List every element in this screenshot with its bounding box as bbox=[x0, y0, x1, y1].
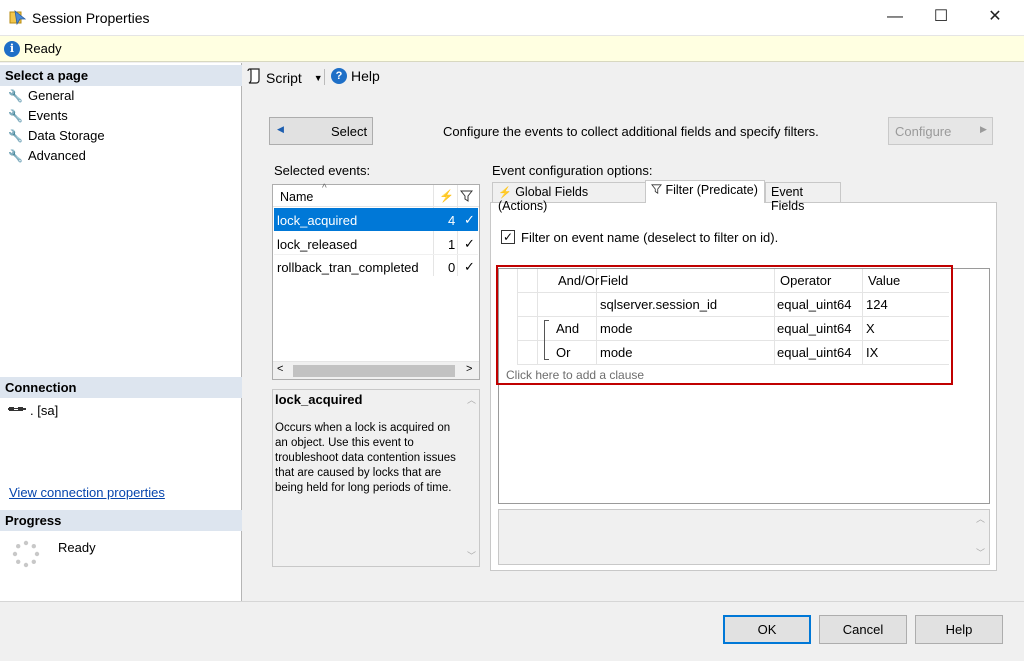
script-icon bbox=[247, 68, 262, 87]
arrow-left-icon: ◀ bbox=[277, 124, 284, 134]
cancel-button[interactable]: Cancel bbox=[819, 615, 907, 644]
event-name: lock_released bbox=[277, 237, 358, 252]
select-page-header: Select a page bbox=[0, 65, 242, 86]
progress-text: Ready bbox=[58, 540, 96, 555]
select-button[interactable]: ◀ Select bbox=[269, 117, 373, 145]
selected-events-label: Selected events: bbox=[274, 163, 371, 178]
vertical-scrollbar[interactable]: ︿ ﹀ bbox=[464, 391, 479, 565]
lightning-icon: ⚡ bbox=[439, 189, 454, 203]
progress-header: Progress bbox=[0, 510, 242, 531]
event-count: 4 bbox=[448, 213, 456, 228]
toolbar-divider bbox=[324, 69, 325, 85]
status-bar: i Ready bbox=[0, 36, 1024, 62]
configure-button-label: Configure bbox=[895, 124, 952, 139]
event-row-lock-released[interactable]: lock_released 1 ✓ bbox=[274, 232, 478, 255]
tab-event-fields[interactable]: Event Fields bbox=[765, 182, 841, 213]
wrench-icon: 🔧 bbox=[8, 129, 23, 143]
event-count: 1 bbox=[448, 237, 456, 252]
arrow-right-icon: ▶ bbox=[980, 124, 987, 134]
page-item-data-storage[interactable]: 🔧 Data Storage bbox=[8, 128, 105, 148]
help-toolbar-button[interactable]: ? Help bbox=[331, 68, 380, 84]
filter-on-event-name-checkbox[interactable]: ✓ bbox=[501, 230, 515, 244]
connection-icon bbox=[8, 402, 26, 419]
page-item-label: Advanced bbox=[28, 148, 86, 163]
filter-icon bbox=[651, 184, 662, 194]
event-name: lock_acquired bbox=[277, 213, 358, 228]
wrench-icon: 🔧 bbox=[8, 109, 23, 123]
select-button-label: Select bbox=[331, 124, 368, 139]
scroll-up-icon[interactable]: ︿ bbox=[976, 512, 985, 525]
status-text: Ready bbox=[24, 41, 62, 56]
page-item-events[interactable]: 🔧 Events bbox=[8, 108, 68, 128]
title-bar: Session Properties — ☐ ✕ bbox=[0, 0, 1024, 36]
scroll-down-icon[interactable]: ﹀ bbox=[976, 546, 985, 559]
info-icon: i bbox=[4, 41, 20, 57]
scroll-down-icon[interactable]: ﹀ bbox=[467, 549, 476, 562]
tab-global-fields[interactable]: ⚡ Global Fields (Actions) bbox=[492, 182, 646, 213]
filter-checkbox-label: Filter on event name (deselect to filter… bbox=[521, 230, 779, 245]
script-label: Script bbox=[266, 69, 302, 86]
page-item-label: General bbox=[28, 88, 75, 103]
help-button[interactable]: Help bbox=[915, 615, 1003, 644]
event-config-label: Event configuration options: bbox=[492, 163, 653, 178]
event-name: rollback_tran_completed bbox=[277, 260, 419, 275]
tab-label: Event Fields bbox=[771, 185, 805, 213]
field-info-box: ︿ ﹀ bbox=[498, 509, 990, 565]
close-button[interactable]: ✕ bbox=[972, 0, 1018, 36]
scrollbar-thumb[interactable] bbox=[293, 365, 455, 377]
event-row-rollback-tran-completed[interactable]: rollback_tran_completed 0 ✓ bbox=[274, 255, 478, 278]
page-item-label: Events bbox=[28, 108, 68, 123]
column-header-name[interactable]: Name bbox=[280, 190, 313, 204]
wrench-icon: 🔧 bbox=[8, 149, 23, 163]
ok-button[interactable]: OK bbox=[723, 615, 811, 644]
tab-label: Filter (Predicate) bbox=[665, 183, 758, 197]
predicate-highlight-box bbox=[496, 265, 953, 385]
vertical-scrollbar[interactable]: ︿ ﹀ bbox=[972, 510, 989, 564]
filter-check-icon: ✓ bbox=[464, 259, 475, 274]
footer-separator bbox=[0, 601, 1024, 602]
connection-header: Connection bbox=[0, 377, 242, 398]
dropdown-arrow-icon[interactable]: ▼ bbox=[314, 73, 323, 83]
sort-ascending-icon: ^ bbox=[322, 183, 327, 194]
minimize-button[interactable]: — bbox=[872, 0, 918, 36]
filter-check-icon: ✓ bbox=[464, 236, 475, 251]
filter-check-icon: ✓ bbox=[464, 212, 475, 227]
event-description-box: lock_acquired Occurs when a lock is acqu… bbox=[272, 389, 480, 567]
configure-button[interactable]: Configure ▶ bbox=[888, 117, 993, 145]
script-button[interactable]: Script ▼ bbox=[247, 68, 323, 87]
page-item-general[interactable]: 🔧 General bbox=[8, 88, 74, 108]
page-item-label: Data Storage bbox=[28, 128, 105, 143]
progress-spinner-icon bbox=[12, 540, 40, 571]
description-text: Occurs when a lock is acquired on an obj… bbox=[275, 422, 456, 494]
tab-filter-predicate[interactable]: Filter (Predicate) bbox=[645, 180, 765, 203]
filter-icon bbox=[459, 190, 474, 205]
event-row-lock-acquired[interactable]: lock_acquired 4 ✓ bbox=[274, 208, 478, 231]
scroll-right-icon[interactable]: > bbox=[466, 363, 472, 375]
selected-events-list[interactable]: Name ^ ⚡ lock_acquired 4 ✓ lock_released… bbox=[272, 183, 480, 380]
window-title: Session Properties bbox=[32, 10, 150, 26]
event-count: 0 bbox=[448, 260, 456, 275]
app-icon bbox=[9, 9, 27, 26]
instruction-text: Configure the events to collect addition… bbox=[443, 124, 819, 139]
view-connection-properties-link[interactable]: View connection properties bbox=[9, 485, 165, 500]
help-label: Help bbox=[351, 68, 380, 84]
help-icon: ? bbox=[331, 68, 347, 84]
description-title: lock_acquired bbox=[275, 392, 363, 407]
wrench-icon: 🔧 bbox=[8, 89, 23, 103]
scroll-up-icon[interactable]: ︿ bbox=[467, 393, 476, 406]
horizontal-scrollbar[interactable]: < > bbox=[273, 361, 479, 379]
maximize-button[interactable]: ☐ bbox=[918, 0, 964, 36]
connection-value: . [sa] bbox=[30, 403, 59, 418]
scroll-left-icon[interactable]: < bbox=[277, 363, 283, 375]
lightning-icon: ⚡ bbox=[498, 187, 512, 199]
page-item-advanced[interactable]: 🔧 Advanced bbox=[8, 148, 86, 168]
